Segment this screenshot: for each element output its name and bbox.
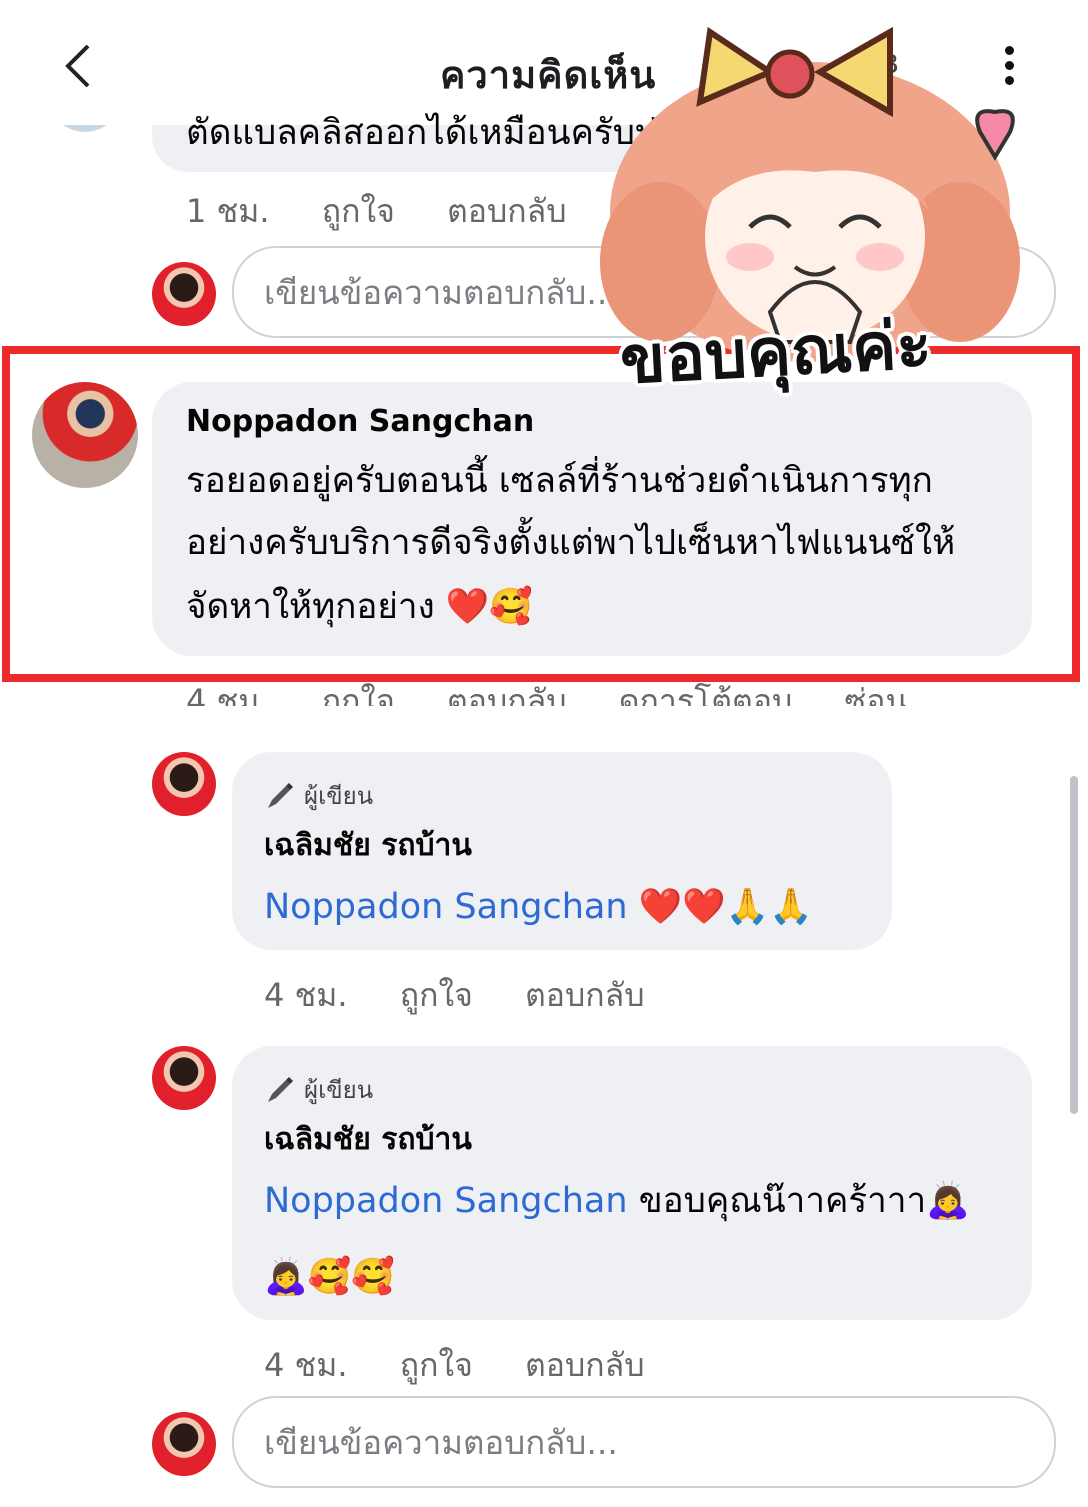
author-badge-label: ผู้เขียน [304, 1076, 374, 1104]
like-button[interactable]: ถูกใจ [400, 1346, 473, 1384]
sticker-caption: ขอบคุณค่ะ [618, 305, 934, 400]
back-arrow-icon[interactable] [58, 42, 98, 90]
reply-button[interactable]: ตอบกลับ [447, 192, 567, 230]
comment-time: 1 ชม. [186, 192, 270, 230]
scrollbar[interactable] [1070, 776, 1078, 1114]
pen-icon [268, 1076, 293, 1102]
avatar [152, 1412, 216, 1476]
comment-meta: 1 ชม. ถูกใจ ตอบกลับ [186, 186, 609, 237]
avatar[interactable] [152, 1046, 216, 1110]
avatar [152, 262, 216, 326]
author-badge-label: ผู้เขียน [304, 782, 374, 810]
reply-text-line-2: 🙇‍♀️🥰🥰 [264, 1257, 395, 1297]
reply-input-placeholder: เขียนข้อความตอบกลับ... [264, 272, 618, 312]
pen-icon [268, 782, 293, 808]
reply-button[interactable]: ตอบกลับ [447, 682, 567, 706]
reply-meta: 4 ชม. ถูกใจ ตอบกลับ [264, 1340, 687, 1391]
comment-time: 4 ชม. [186, 682, 270, 706]
reply-input[interactable]: เขียนข้อความตอบกลับ... [232, 1396, 1056, 1488]
replier-name[interactable]: เฉลิมชัย รถบ้าน [264, 822, 472, 869]
mention-link[interactable]: Noppadon Sangchan [264, 1181, 628, 1221]
like-button[interactable]: ถูกใจ [400, 976, 473, 1014]
hide-button[interactable]: ซ่อน [845, 682, 908, 706]
reply-text: Noppadon Sangchan ❤️❤️🙏🙏 [264, 876, 813, 938]
avatar[interactable] [152, 752, 216, 816]
reply-button[interactable]: ตอบกลับ [525, 976, 645, 1014]
reply-time: 4 ชม. [264, 976, 348, 1014]
reply-text: Noppadon Sangchan ขอบคุณน๊าาคร้าาา🙇‍♀️ [264, 1170, 970, 1232]
mention-link[interactable]: Noppadon Sangchan [264, 887, 628, 927]
like-button[interactable]: ถูกใจ [322, 682, 395, 706]
author-badge: ผู้เขียน [264, 1070, 373, 1109]
reply-button[interactable]: ตอบกลับ [525, 1346, 645, 1384]
reply-time: 4 ชม. [264, 1346, 348, 1384]
reply-input-placeholder: เขียนข้อความตอบกลับ... [264, 1422, 618, 1462]
author-badge: ผู้เขียน [264, 776, 373, 815]
replier-name[interactable]: เฉลิมชัย รถบ้าน [264, 1116, 472, 1163]
view-replies-button[interactable]: ดูการโต้ตอบ [619, 682, 793, 706]
reply-message: ขอบคุณน๊าาคร้าาา🙇‍♀️ [638, 1181, 970, 1221]
reply-emojis: ❤️❤️🙏🙏 [638, 887, 814, 927]
reply-meta: 4 ชม. ถูกใจ ตอบกลับ [264, 970, 687, 1021]
like-button[interactable]: ถูกใจ [322, 192, 395, 230]
